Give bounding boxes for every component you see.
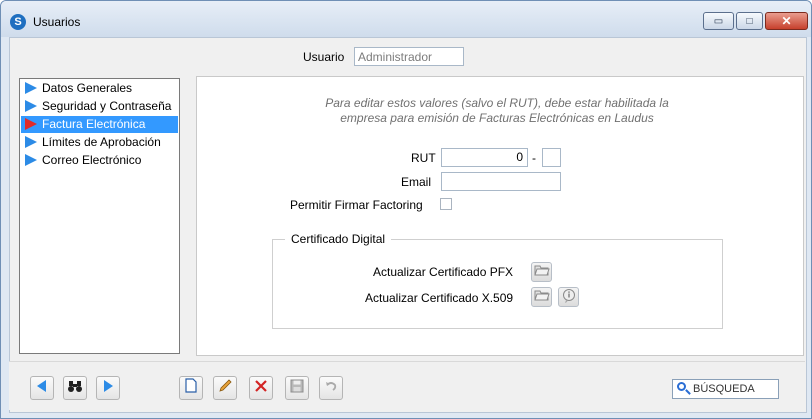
blue-triangle-icon <box>25 100 37 112</box>
blue-triangle-icon <box>25 136 37 148</box>
bottom-toolbar: BÚSQUEDA <box>9 361 805 410</box>
blue-triangle-icon <box>25 82 37 94</box>
open-folder-x509-button[interactable] <box>531 287 552 307</box>
info-note: Para editar estos valores (salvo el RUT)… <box>197 96 797 126</box>
find-button[interactable] <box>63 376 87 400</box>
app-icon: S <box>10 14 26 30</box>
delete-x-icon <box>255 380 267 392</box>
open-folder-pfx-button[interactable] <box>531 262 552 282</box>
info-note-line1: Para editar estos valores (salvo el RUT)… <box>325 96 669 110</box>
previous-button[interactable] <box>30 376 54 400</box>
open-folder-icon <box>533 290 550 301</box>
nav-item-correo-electronico[interactable]: Correo Electrónico <box>21 152 178 169</box>
undo-icon <box>326 382 337 391</box>
certificado-digital-title: Certificado Digital <box>285 232 392 246</box>
next-button[interactable] <box>96 376 120 400</box>
rut-dash: - <box>532 151 536 165</box>
maximize-button[interactable]: □ <box>736 12 763 30</box>
nav-item-seguridad[interactable]: Seguridad y Contraseña <box>21 98 178 115</box>
new-document-icon <box>185 378 197 393</box>
factoring-checkbox[interactable] <box>440 198 452 210</box>
certificate-info-icon <box>562 289 575 303</box>
close-button[interactable]: ✕ <box>765 12 808 30</box>
undo-button[interactable] <box>319 376 343 400</box>
nav-item-label: Factura Electrónica <box>42 117 146 131</box>
usuarios-window: S Usuarios ▭ □ ✕ Usuario Administrador D… <box>0 0 812 419</box>
search-box[interactable]: BÚSQUEDA <box>672 379 779 399</box>
nav-item-factura-electronica[interactable]: Factura Electrónica <box>21 116 178 133</box>
client-area: Usuario Administrador Datos Generales Se… <box>9 37 807 413</box>
user-label: Usuario <box>303 50 345 64</box>
new-button[interactable] <box>179 376 203 400</box>
email-label: Email <box>401 175 432 189</box>
save-icon <box>290 379 304 393</box>
blue-triangle-icon <box>25 154 37 166</box>
nav-item-datos-generales[interactable]: Datos Generales <box>21 80 178 97</box>
certificado-digital-group: Certificado Digital Actualizar Certifica… <box>272 232 723 329</box>
nav-item-label: Seguridad y Contraseña <box>42 99 172 113</box>
rut-label: RUT <box>411 151 436 165</box>
rut-dv-input[interactable] <box>542 148 561 167</box>
nav-item-limites-aprobacion[interactable]: Límites de Aprobación <box>21 134 178 151</box>
nav-item-label: Datos Generales <box>42 81 133 95</box>
info-note-line2: empresa para emisión de Facturas Electró… <box>340 111 654 125</box>
section-nav-list: Datos Generales Seguridad y Contraseña F… <box>19 78 180 354</box>
binoculars-icon <box>68 381 82 392</box>
search-label: BÚSQUEDA <box>693 383 755 395</box>
arrow-right-icon <box>104 380 113 392</box>
search-icon <box>677 382 686 391</box>
open-folder-icon <box>533 265 550 276</box>
edit-button[interactable] <box>213 376 237 400</box>
cert-pfx-label: Actualizar Certificado PFX <box>373 265 514 279</box>
factoring-label: Permitir Firmar Factoring <box>290 198 423 212</box>
arrow-left-icon <box>37 380 46 392</box>
user-field: Administrador <box>354 47 464 66</box>
red-triangle-icon <box>25 118 37 130</box>
nav-item-label: Límites de Aprobación <box>42 135 161 149</box>
window-title: Usuarios <box>33 15 81 29</box>
pencil-icon <box>218 379 232 392</box>
factura-electronica-panel: Para editar estos valores (salvo el RUT)… <box>196 76 804 356</box>
email-input[interactable] <box>441 172 561 191</box>
certificate-info-button[interactable] <box>558 287 579 307</box>
rut-input[interactable]: 0 <box>441 148 528 167</box>
delete-button[interactable] <box>249 376 273 400</box>
minimize-button[interactable]: ▭ <box>703 12 734 30</box>
cert-x509-label: Actualizar Certificado X.509 <box>365 291 514 305</box>
nav-item-label: Correo Electrónico <box>42 153 142 167</box>
title-bar[interactable]: S Usuarios ▭ □ ✕ <box>1 1 811 37</box>
save-button[interactable] <box>285 376 309 400</box>
